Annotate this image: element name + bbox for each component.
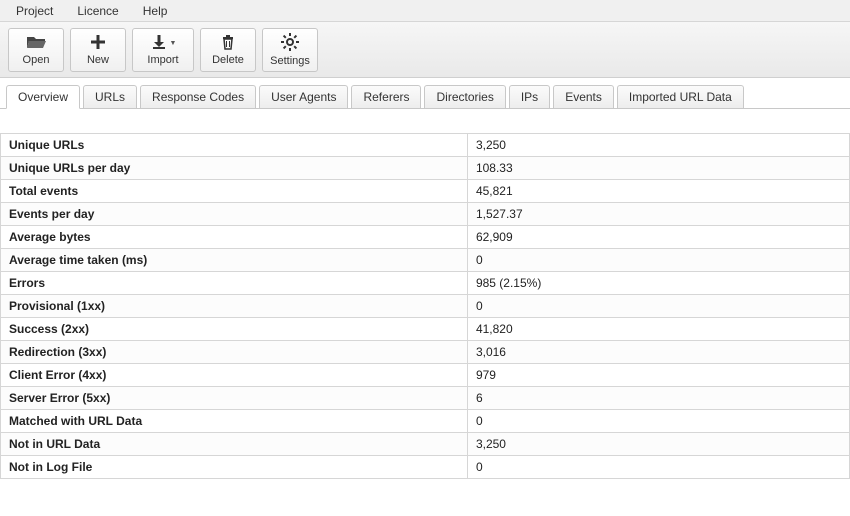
table-row: Provisional (1xx)0 [1, 295, 850, 318]
table-row: Total events45,821 [1, 180, 850, 203]
metric-value: 3,250 [467, 433, 849, 456]
tab-ips[interactable]: IPs [509, 85, 550, 108]
open-label: Open [23, 54, 50, 66]
metric-value: 0 [467, 249, 849, 272]
tab-urls[interactable]: URLs [83, 85, 137, 108]
tab-user-agents[interactable]: User Agents [259, 85, 348, 108]
metric-label: Average bytes [1, 226, 468, 249]
import-label: Import [147, 54, 178, 66]
table-row: Events per day1,527.37 [1, 203, 850, 226]
metric-label: Average time taken (ms) [1, 249, 468, 272]
metric-label: Matched with URL Data [1, 410, 468, 433]
folder-open-icon [26, 34, 46, 54]
metric-label: Provisional (1xx) [1, 295, 468, 318]
table-row: Unique URLs3,250 [1, 134, 850, 157]
table-row: Redirection (3xx)3,016 [1, 341, 850, 364]
settings-label: Settings [270, 55, 310, 67]
metric-value: 3,016 [467, 341, 849, 364]
menu-help[interactable]: Help [133, 2, 178, 20]
table-row: Average bytes62,909 [1, 226, 850, 249]
menubar: Project Licence Help [0, 0, 850, 22]
metric-value: 0 [467, 410, 849, 433]
table-row: Not in URL Data3,250 [1, 433, 850, 456]
tab-directories[interactable]: Directories [424, 85, 505, 108]
new-label: New [87, 54, 109, 66]
open-button[interactable]: Open [8, 28, 64, 72]
metric-value: 6 [467, 387, 849, 410]
settings-button[interactable]: Settings [262, 28, 318, 72]
tab-overview[interactable]: Overview [6, 85, 80, 109]
table-row: Not in Log File0 [1, 456, 850, 479]
toolbar: Open New ▼ Import [0, 22, 850, 78]
menu-licence[interactable]: Licence [67, 2, 128, 20]
overview-panel: Unique URLs3,250Unique URLs per day108.3… [0, 109, 850, 516]
metric-label: Events per day [1, 203, 468, 226]
metric-value: 979 [467, 364, 849, 387]
plus-icon [90, 34, 106, 54]
table-row: Unique URLs per day108.33 [1, 157, 850, 180]
import-button[interactable]: ▼ Import [132, 28, 194, 72]
metric-label: Server Error (5xx) [1, 387, 468, 410]
table-row: Errors985 (2.15%) [1, 272, 850, 295]
tab-events[interactable]: Events [553, 85, 614, 108]
metric-label: Not in Log File [1, 456, 468, 479]
download-icon [150, 34, 168, 54]
table-row: Server Error (5xx)6 [1, 387, 850, 410]
new-button[interactable]: New [70, 28, 126, 72]
metric-value: 985 (2.15%) [467, 272, 849, 295]
trash-icon [220, 34, 236, 54]
delete-label: Delete [212, 54, 244, 66]
overview-table: Unique URLs3,250Unique URLs per day108.3… [0, 133, 850, 479]
metric-value: 45,821 [467, 180, 849, 203]
metric-value: 1,527.37 [467, 203, 849, 226]
metric-value: 41,820 [467, 318, 849, 341]
dropdown-caret-icon: ▼ [170, 40, 177, 47]
metric-label: Client Error (4xx) [1, 364, 468, 387]
metric-label: Unique URLs per day [1, 157, 468, 180]
tab-referers[interactable]: Referers [351, 85, 421, 108]
metric-label: Total events [1, 180, 468, 203]
metric-value: 0 [467, 295, 849, 318]
metric-label: Errors [1, 272, 468, 295]
tabs-row: Overview URLs Response Codes User Agents… [0, 78, 850, 109]
metric-value: 3,250 [467, 134, 849, 157]
metric-value: 0 [467, 456, 849, 479]
metric-value: 108.33 [467, 157, 849, 180]
table-row: Matched with URL Data0 [1, 410, 850, 433]
tab-imported-url-data[interactable]: Imported URL Data [617, 85, 744, 108]
table-row: Client Error (4xx)979 [1, 364, 850, 387]
menu-project[interactable]: Project [6, 2, 63, 20]
table-row: Success (2xx)41,820 [1, 318, 850, 341]
metric-label: Redirection (3xx) [1, 341, 468, 364]
table-row: Average time taken (ms)0 [1, 249, 850, 272]
delete-button[interactable]: Delete [200, 28, 256, 72]
metric-label: Not in URL Data [1, 433, 468, 456]
tab-response-codes[interactable]: Response Codes [140, 85, 256, 108]
metric-label: Unique URLs [1, 134, 468, 157]
metric-value: 62,909 [467, 226, 849, 249]
metric-label: Success (2xx) [1, 318, 468, 341]
gear-icon [281, 33, 299, 55]
